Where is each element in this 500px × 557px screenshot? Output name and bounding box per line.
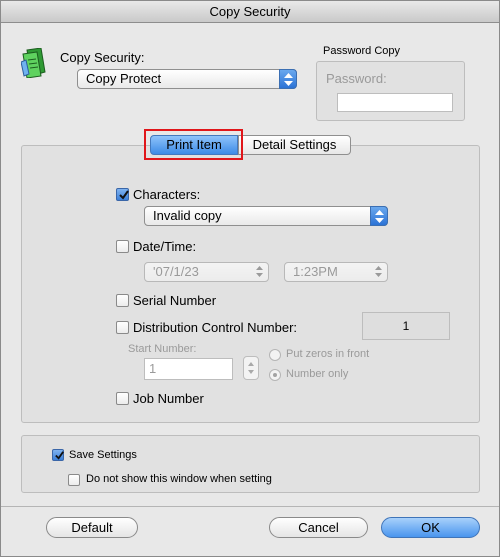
- job-number-checkbox[interactable]: [116, 392, 129, 405]
- serial-number-label: Serial Number: [133, 293, 217, 308]
- copy-security-value: Copy Protect: [86, 71, 162, 86]
- save-settings-label: Save Settings: [69, 449, 137, 461]
- number-only-label: Number only: [286, 368, 349, 380]
- ok-button[interactable]: OK: [381, 517, 480, 538]
- distribution-control-label: Distribution Control Number:: [133, 320, 298, 335]
- number-only-radio[interactable]: [269, 369, 281, 381]
- popup-arrows-icon: [370, 206, 388, 226]
- put-zeros-label: Put zeros in front: [286, 348, 370, 360]
- distribution-control-value[interactable]: 1: [362, 312, 450, 340]
- distribution-control-checkbox[interactable]: [116, 321, 129, 334]
- start-number-field[interactable]: 1: [144, 358, 233, 380]
- stepper-arrows-icon: [370, 262, 388, 282]
- characters-label: Characters:: [133, 187, 201, 202]
- popup-arrows-icon: [279, 69, 297, 89]
- date-time-checkbox[interactable]: [116, 240, 129, 253]
- window-title: Copy Security: [1, 1, 499, 23]
- job-number-label: Job Number: [133, 391, 204, 406]
- highlight-box: [144, 129, 243, 160]
- copy-security-popup[interactable]: Copy Protect: [77, 69, 297, 89]
- divider: [1, 506, 499, 507]
- save-settings-checkbox[interactable]: [52, 449, 64, 461]
- start-number-label: Start Number:: [128, 343, 197, 355]
- date-time-label: Date/Time:: [133, 239, 197, 254]
- time-value: 1:23PM: [293, 264, 338, 279]
- password-label: Password:: [326, 71, 387, 86]
- do-not-show-checkbox[interactable]: [68, 474, 80, 486]
- password-copy-group: Password:: [316, 61, 465, 121]
- date-value: '07/1/23: [153, 264, 199, 279]
- start-number-stepper[interactable]: [243, 356, 259, 380]
- time-stepper[interactable]: 1:23PM: [284, 262, 388, 282]
- stepper-arrows-icon: [251, 262, 269, 282]
- copy-security-icon: [20, 47, 49, 79]
- print-item-panel: [21, 145, 480, 423]
- cancel-button[interactable]: Cancel: [269, 517, 368, 538]
- date-stepper[interactable]: '07/1/23: [144, 262, 269, 282]
- serial-number-checkbox[interactable]: [116, 294, 129, 307]
- copy-security-label: Copy Security:: [60, 50, 145, 65]
- put-zeros-radio[interactable]: [269, 349, 281, 361]
- default-button[interactable]: Default: [46, 517, 138, 538]
- characters-value: Invalid copy: [153, 208, 222, 223]
- tab-detail-settings[interactable]: Detail Settings: [238, 135, 351, 155]
- copy-security-dialog: Copy Security Copy Security: Copy Protec…: [0, 0, 500, 557]
- password-copy-group-label: Password Copy: [323, 45, 401, 57]
- password-field[interactable]: [337, 93, 453, 112]
- characters-popup[interactable]: Invalid copy: [144, 206, 388, 226]
- do-not-show-label: Do not show this window when setting: [86, 473, 272, 485]
- characters-checkbox[interactable]: [116, 188, 129, 201]
